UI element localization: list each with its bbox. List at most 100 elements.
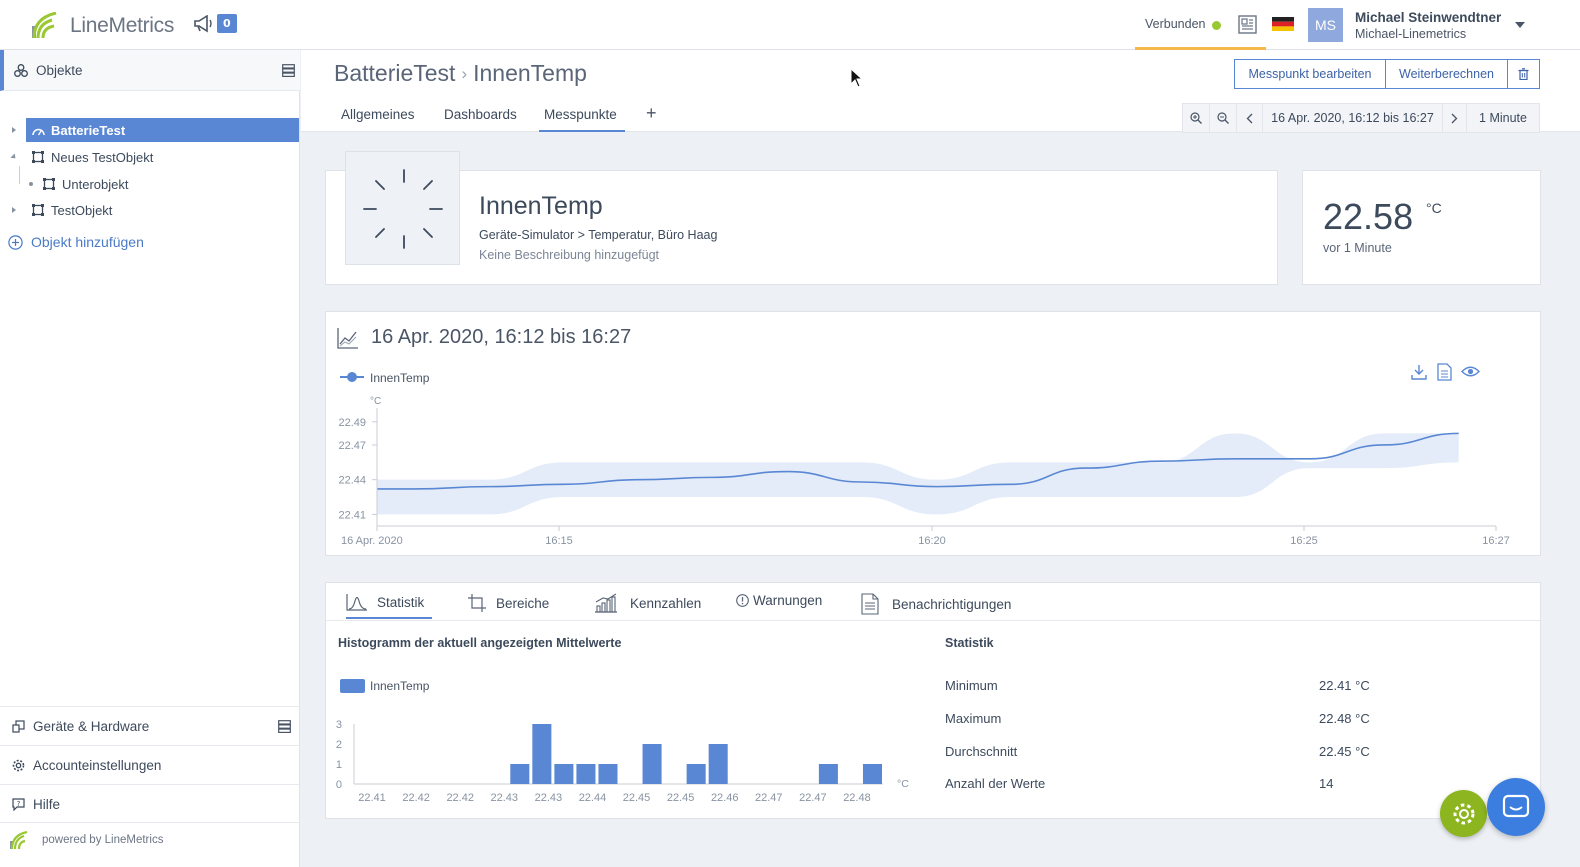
x-tick-label: 16:20 bbox=[918, 535, 946, 547]
sidebar-header-label: Objekte bbox=[36, 63, 83, 78]
histogram-legend-swatch[interactable] bbox=[340, 679, 365, 693]
x-tick-label: 16:15 bbox=[545, 535, 573, 547]
stat-label-minimum: Minimum bbox=[945, 678, 998, 693]
histogram-legend-label[interactable]: InnenTemp bbox=[370, 679, 429, 693]
expand-arrow-icon[interactable] bbox=[12, 207, 16, 213]
stat-tab-warnungen[interactable]: Warnungen bbox=[736, 593, 822, 608]
tab-allgemeines[interactable]: Allgemeines bbox=[341, 107, 415, 122]
german-flag-icon[interactable] bbox=[1272, 17, 1294, 31]
zoom-in-button[interactable] bbox=[1183, 104, 1210, 132]
histogram-bar bbox=[686, 764, 706, 784]
connection-label: Verbunden bbox=[1145, 17, 1206, 31]
linemetrics-logo[interactable]: LineMetrics bbox=[32, 12, 174, 38]
tree-item-batterietest[interactable]: BatterieTest bbox=[0, 118, 299, 142]
tab-dashboards[interactable]: Dashboards bbox=[444, 107, 517, 122]
stat-tab-statistik[interactable]: Statistik bbox=[346, 593, 424, 611]
hist-y-tick-label: 0 bbox=[336, 779, 342, 791]
stat-tab-label: Warnungen bbox=[753, 593, 823, 608]
powered-by: powered by LineMetrics bbox=[0, 822, 299, 856]
add-tab-button[interactable]: + bbox=[646, 103, 657, 124]
sidebar-item-help[interactable]: ? Hilfe bbox=[0, 784, 299, 823]
previous-range-button[interactable] bbox=[1237, 104, 1263, 132]
tree-item-label: BatterieTest bbox=[51, 122, 126, 138]
delete-button[interactable] bbox=[1507, 59, 1540, 89]
tree-item-testobjekt[interactable]: TestObjekt bbox=[0, 198, 299, 222]
tree-item-label: Neues TestObjekt bbox=[51, 149, 154, 165]
measurepoint-path: Geräte-Simulator > Temperatur, Büro Haag bbox=[479, 228, 718, 242]
histogram-bar bbox=[554, 764, 574, 784]
stat-label-maximum: Maximum bbox=[945, 711, 1002, 726]
list-view-icon[interactable] bbox=[278, 720, 291, 733]
histogram-bar bbox=[642, 744, 662, 784]
histogram-bar bbox=[708, 744, 728, 784]
news-icon[interactable] bbox=[1238, 15, 1257, 38]
tree-item-neues-testobjekt[interactable]: Neues TestObjekt bbox=[0, 145, 299, 169]
chart-legend-label: InnenTemp bbox=[370, 371, 430, 385]
user-name[interactable]: Michael Steinwendtner bbox=[1355, 10, 1501, 25]
chart-legend[interactable] bbox=[340, 372, 364, 382]
announcement-count-badge: 0 bbox=[217, 14, 237, 33]
hist-x-tick-label: 22.48 bbox=[843, 792, 871, 804]
edit-measurepoint-button[interactable]: Messpunkt bearbeiten bbox=[1234, 59, 1386, 89]
crop-icon bbox=[468, 594, 486, 612]
breadcrumb: BatterieTest › InnenTemp bbox=[334, 60, 587, 87]
tree-item-label: TestObjekt bbox=[51, 202, 113, 218]
stat-tab-kennzahlen[interactable]: Kennzahlen bbox=[594, 593, 701, 613]
current-value-unit: °C bbox=[1426, 200, 1442, 216]
collapse-arrow-icon[interactable] bbox=[10, 153, 18, 161]
current-value-updated: vor 1 Minute bbox=[1323, 241, 1392, 255]
loading-spinner-icon bbox=[363, 169, 443, 249]
stat-tab-benachrichtigungen[interactable]: Benachrichtigungen bbox=[861, 593, 1011, 615]
sidebar-objects-header[interactable]: Objekte bbox=[0, 50, 300, 91]
tree-connector bbox=[19, 166, 20, 184]
measurepoint-card bbox=[325, 170, 1278, 285]
histogram-bar bbox=[818, 764, 838, 784]
list-view-icon[interactable] bbox=[282, 64, 295, 77]
min-max-band bbox=[377, 433, 1459, 515]
current-value: 22.58 bbox=[1323, 196, 1414, 237]
warning-icon bbox=[736, 594, 749, 607]
chart-unit-label: °C bbox=[370, 396, 381, 407]
document-icon bbox=[861, 593, 879, 615]
histogram-bar bbox=[862, 764, 882, 784]
connected-dot-icon bbox=[1212, 21, 1221, 30]
chat-fab-button[interactable] bbox=[1487, 778, 1545, 836]
stat-value-maximum: 22.48 °C bbox=[1319, 711, 1370, 726]
settings-fab-button[interactable] bbox=[1440, 790, 1487, 837]
expand-arrow-icon[interactable] bbox=[12, 127, 16, 133]
gear-icon bbox=[1453, 803, 1474, 824]
y-tick-label: 22.44 bbox=[338, 475, 366, 487]
hist-y-tick-label: 1 bbox=[336, 759, 342, 771]
next-range-button[interactable] bbox=[1443, 104, 1467, 132]
range-label[interactable]: 16 Apr. 2020, 16:12 bis 16:27 bbox=[1263, 104, 1443, 132]
stat-tab-bereiche[interactable]: Bereiche bbox=[467, 593, 549, 613]
hist-x-tick-label: 22.47 bbox=[799, 792, 827, 804]
resolution-select[interactable]: 1 Minute bbox=[1467, 104, 1539, 132]
tree-item-unterobjekt[interactable]: Unterobjekt bbox=[0, 172, 299, 196]
hist-x-tick-label: 22.45 bbox=[667, 792, 695, 804]
add-object-button[interactable]: Objekt hinzufügen bbox=[8, 234, 144, 250]
sidebar-item-devices[interactable]: Geräte & Hardware bbox=[0, 706, 299, 745]
x-tick-label: 16:25 bbox=[1290, 535, 1318, 547]
zoom-out-icon bbox=[1217, 112, 1229, 124]
zoom-out-button[interactable] bbox=[1210, 104, 1237, 132]
megaphone-icon bbox=[194, 14, 212, 32]
histogram-chart: 0 1 2 3 22.41 22.42 22.42 22.43 22.43 22.44 22.45 2… bbox=[336, 719, 909, 804]
announcements-button[interactable]: 0 bbox=[193, 14, 237, 33]
breadcrumb-current: InnenTemp bbox=[473, 60, 587, 86]
chevron-down-icon[interactable] bbox=[1515, 22, 1525, 28]
breadcrumb-parent[interactable]: BatterieTest bbox=[334, 60, 455, 87]
tree-item-selected[interactable]: BatterieTest bbox=[26, 118, 299, 142]
recalculate-button[interactable]: Weiterberechnen bbox=[1385, 59, 1508, 89]
stat-value-average: 22.45 °C bbox=[1319, 744, 1370, 759]
add-circle-icon bbox=[8, 234, 23, 250]
avatar[interactable]: MS bbox=[1308, 8, 1343, 42]
hist-x-tick-label: 22.46 bbox=[711, 792, 739, 804]
tab-messpunkte[interactable]: Messpunkte bbox=[539, 107, 625, 132]
hist-x-tick-label: 22.45 bbox=[623, 792, 651, 804]
gear-icon bbox=[12, 759, 25, 771]
sidebar-item-account-settings[interactable]: Accounteinstellungen bbox=[0, 745, 299, 784]
chevron-right-icon bbox=[1451, 113, 1458, 123]
stat-value-minimum: 22.41 °C bbox=[1319, 678, 1370, 693]
hist-x-tick-label: 22.47 bbox=[755, 792, 783, 804]
